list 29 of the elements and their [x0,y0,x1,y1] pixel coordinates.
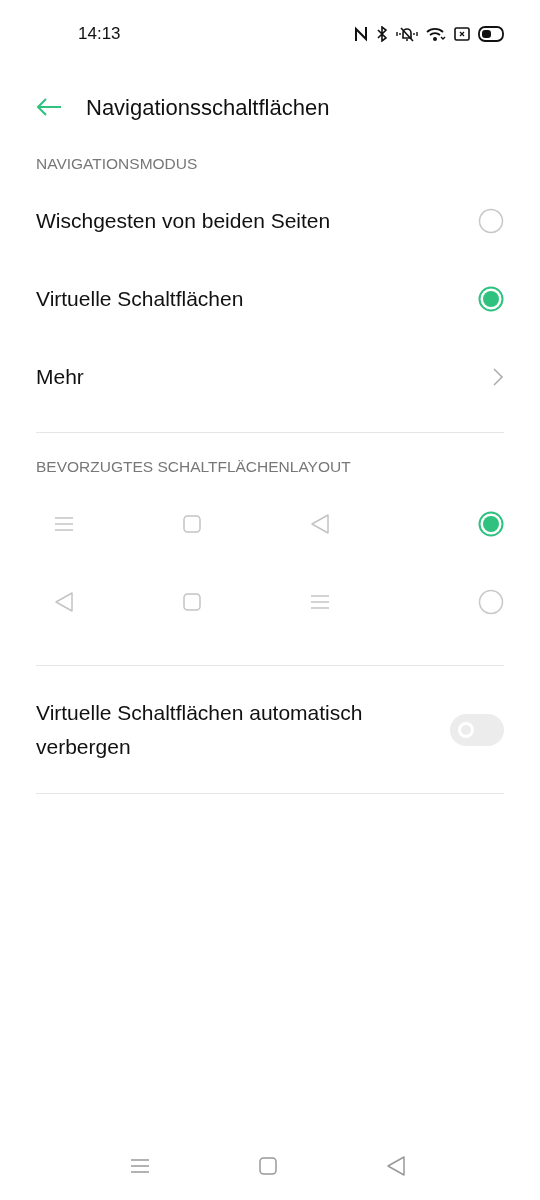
status-time: 14:13 [78,23,121,46]
wifi-icon [426,26,446,42]
radio-button[interactable] [478,286,504,312]
menu-icon [310,594,330,610]
square-icon[interactable] [258,1156,278,1176]
page-title: Navigationsschaltflächen [86,93,330,122]
option-label[interactable]: Mehr [36,361,84,393]
radio-button[interactable] [478,511,504,537]
section-heading: NAVIGATIONSMODUS [35,154,199,175]
radio-button[interactable] [478,589,504,615]
mute-icon [396,26,418,42]
section-heading: BEVORZUGTES SCHALTFLÄCHENLAYOUT [35,457,352,478]
bluetooth-icon [376,26,388,42]
menu-icon[interactable] [130,1158,150,1174]
menu-icon [54,516,74,532]
back-arrow-icon[interactable] [36,98,62,116]
square-icon [182,592,202,612]
nfc-icon [354,26,368,42]
chevron-right-icon[interactable] [492,367,504,387]
option-label[interactable]: Virtuelle Schaltflächen [36,283,244,315]
setting-label: Virtuelle Schaltflächen automatisch verbergen [36,700,364,760]
back-icon [54,591,74,613]
sim-icon [454,27,470,41]
radio-button[interactable] [478,208,504,234]
option-label[interactable]: Wischgesten von beiden Seiten [36,205,331,237]
battery-icon [478,26,504,42]
square-icon [182,514,202,534]
back-icon[interactable] [386,1155,406,1177]
back-icon [310,513,330,535]
